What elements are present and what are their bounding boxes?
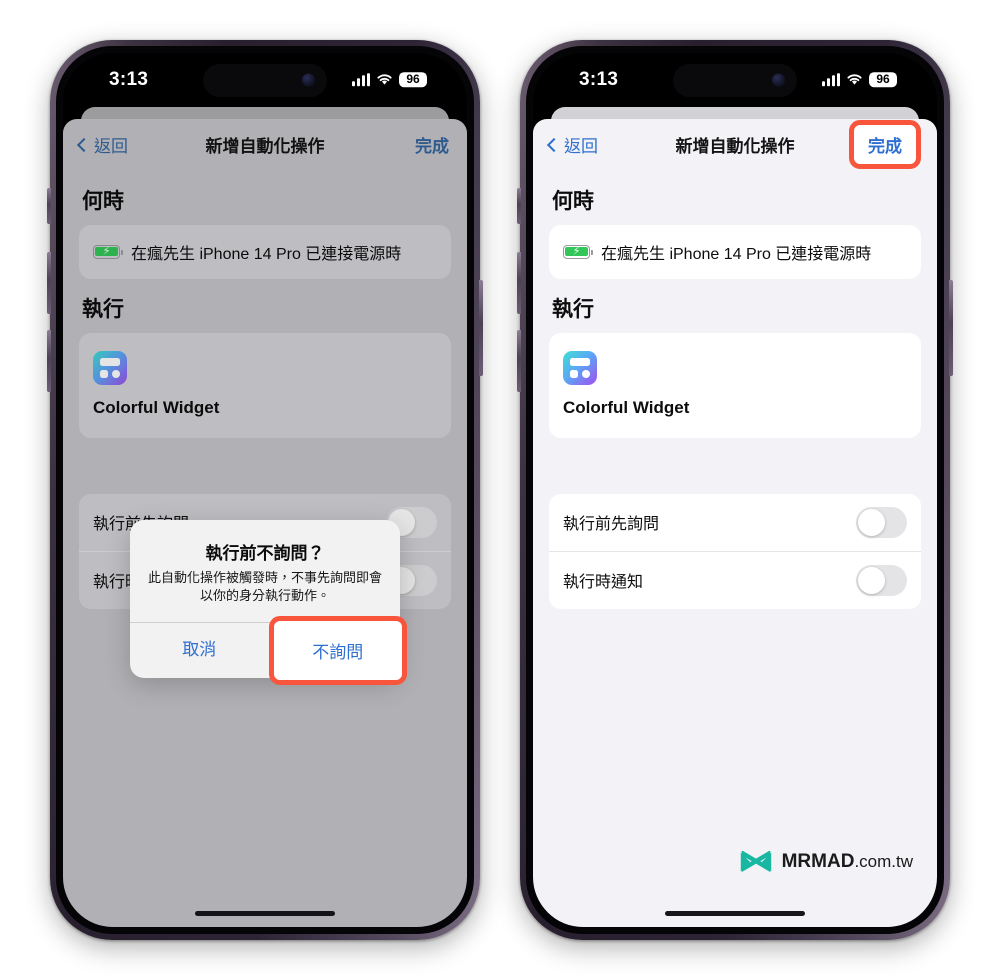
tutorial-screenshot-stage: 3:13 96 返回 新增自動化操作 完成 何時 ⚡ 在瘋先生 iPhone 1… (0, 0, 1000, 979)
back-button[interactable]: 返回 (546, 132, 598, 157)
watermark: MRMAD.com.tw (739, 850, 913, 873)
watermark-brand: MRMAD (781, 850, 855, 872)
status-bar-right: 3:13 96 (533, 52, 937, 107)
volume-up-button-right[interactable] (517, 251, 521, 314)
battery-percent: 96 (399, 71, 427, 88)
silence-switch-left[interactable] (47, 187, 51, 224)
trigger-label: 在瘋先生 iPhone 14 Pro 已連接電源時 (601, 245, 872, 263)
phone-screen-left: 3:13 96 返回 新增自動化操作 完成 何時 ⚡ 在瘋先生 iPhone 1… (63, 52, 467, 927)
wifi-icon (377, 74, 392, 85)
option-row-ask-before-running[interactable]: 執行前先詢問 (549, 494, 921, 551)
alert-title: 執行前不詢問？ (205, 543, 325, 563)
phone-right: 3:13 96 返回 新增自動化操作 完成 何時 ⚡ 在瘋先生 iPhone 1… (517, 39, 953, 940)
wifi-icon (847, 74, 862, 85)
watermark-text: MRMAD.com.tw (782, 851, 913, 873)
status-time: 3:13 (109, 68, 149, 90)
sheet-area-right: 返回 新增自動化操作 完成 何時 ⚡ 在瘋先生 iPhone 14 Pro 已連… (533, 106, 937, 927)
dynamic-island (673, 63, 797, 97)
volume-down-button-right[interactable] (517, 329, 521, 392)
page-title: 新增自動化操作 (675, 137, 795, 156)
back-button-label: 返回 (564, 137, 598, 156)
when-section-header: 何時 (552, 189, 594, 213)
sheet-content-right: 何時 ⚡ 在瘋先生 iPhone 14 Pro 已連接電源時 執行 Colorf… (533, 171, 937, 927)
phone-screen-right: 3:13 96 返回 新增自動化操作 完成 何時 ⚡ 在瘋先生 iPhone 1… (533, 52, 937, 927)
silence-switch-right[interactable] (517, 187, 521, 224)
power-button-left[interactable] (479, 279, 483, 376)
power-button-right[interactable] (949, 279, 953, 376)
volume-down-button-left[interactable] (47, 329, 51, 392)
front-camera-icon (302, 73, 315, 87)
done-button[interactable]: 完成 (849, 120, 921, 169)
confirm-alert-dialog: 執行前不詢問？ 此自動化操作被觸發時，不事先詢問即會以你的身分執行動作。 取消 … (130, 519, 407, 686)
home-indicator[interactable] (665, 910, 805, 916)
alert-body: 執行前不詢問？ 此自動化操作被觸發時，不事先詢問即會以你的身分執行動作。 (130, 520, 400, 623)
alert-message: 此自動化操作被觸發時，不事先詢問即會以你的身分執行動作。 (147, 569, 382, 604)
automation-sheet-right: 返回 新增自動化操作 完成 何時 ⚡ 在瘋先生 iPhone 14 Pro 已連… (533, 118, 937, 927)
chevron-left-icon (546, 137, 562, 152)
mrmad-logo-icon (740, 850, 771, 872)
run-section-header: 執行 (552, 297, 594, 321)
status-indicators: 96 (822, 71, 897, 88)
colorful-widget-app-icon (563, 350, 597, 385)
cellular-signal-icon (352, 73, 370, 86)
ask-before-running-toggle[interactable] (856, 506, 907, 538)
sheet-area-left: 返回 新增自動化操作 完成 何時 ⚡ 在瘋先生 iPhone 14 Pro 已連… (63, 106, 467, 927)
status-time: 3:13 (579, 68, 619, 90)
watermark-suffix: .com.tw (854, 851, 913, 871)
front-camera-icon (772, 73, 785, 87)
volume-up-button-left[interactable] (47, 251, 51, 314)
battery-charging-icon: ⚡ (563, 244, 593, 259)
option-label: 執行前先詢問 (563, 516, 660, 533)
options-card-right: 執行前先詢問 執行時通知 (549, 493, 921, 609)
battery-percent: 96 (869, 71, 897, 88)
alert-actions: 取消 不詢問 (130, 616, 407, 686)
modal-dim-overlay (63, 106, 467, 927)
action-app-name: Colorful Widget (563, 397, 690, 417)
cellular-signal-icon (822, 73, 840, 86)
trigger-row[interactable]: ⚡ 在瘋先生 iPhone 14 Pro 已連接電源時 (549, 225, 921, 279)
action-card[interactable]: Colorful Widget (549, 332, 921, 438)
dynamic-island (203, 63, 327, 97)
status-bar-left: 3:13 96 (63, 52, 467, 107)
option-label: 執行時通知 (563, 574, 644, 591)
done-button-wrap-right: 完成 (849, 120, 921, 169)
alert-cancel-button[interactable]: 取消 (130, 623, 269, 678)
notify-when-run-toggle[interactable] (856, 564, 907, 596)
alert-confirm-button[interactable]: 不詢問 (268, 616, 407, 686)
status-indicators: 96 (352, 71, 427, 88)
trigger-card[interactable]: ⚡ 在瘋先生 iPhone 14 Pro 已連接電源時 (549, 224, 921, 279)
phone-left: 3:13 96 返回 新增自動化操作 完成 何時 ⚡ 在瘋先生 iPhone 1… (47, 39, 483, 940)
option-row-notify-when-run[interactable]: 執行時通知 (549, 550, 921, 609)
nav-bar-right: 返回 新增自動化操作 完成 (533, 119, 937, 171)
